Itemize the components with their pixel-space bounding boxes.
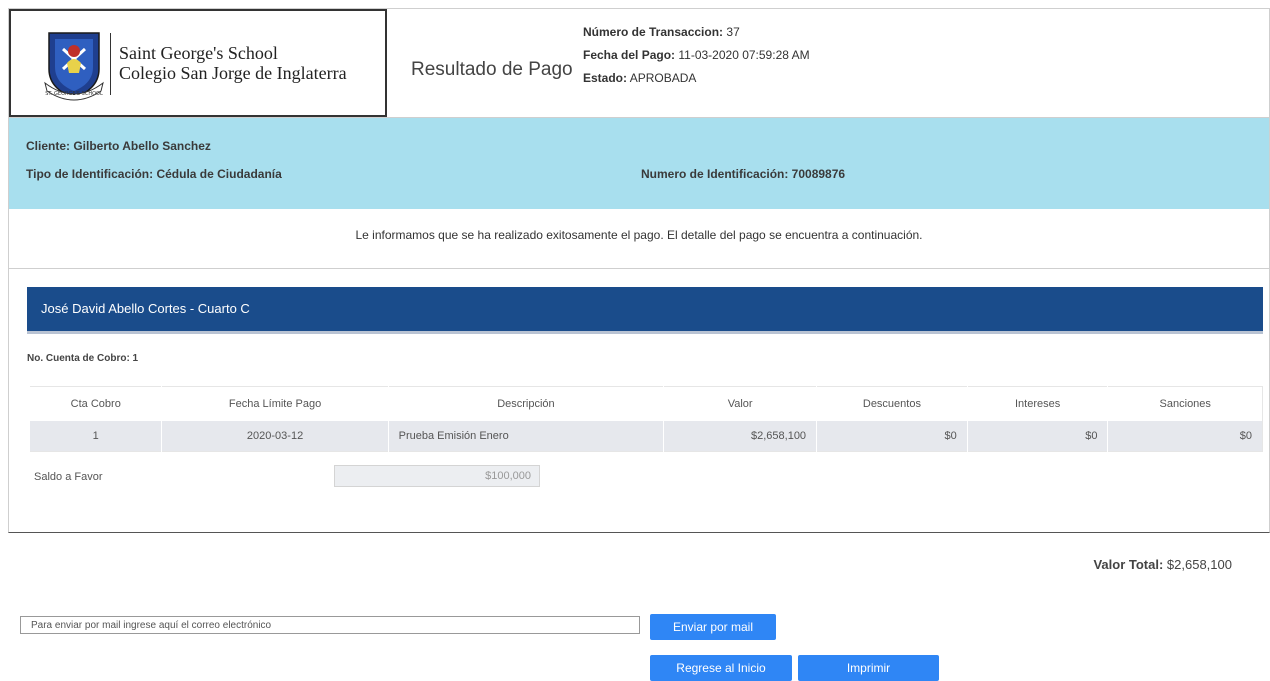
print-button[interactable]: Imprimir: [798, 655, 939, 681]
email-input[interactable]: [20, 616, 640, 634]
school-logo: ST. GEORGE'S SCHOOL Saint George's Schoo…: [9, 9, 387, 117]
school-crest-icon: ST. GEORGE'S SCHOOL: [44, 32, 104, 101]
transaction-number: Número de Transaccion: 37: [583, 25, 740, 39]
back-home-button[interactable]: Regrese al Inicio: [650, 655, 792, 681]
payment-status: Estado: APROBADA: [583, 71, 697, 85]
transaction-info: Número de Transaccion: 37 Fecha del Pago…: [583, 21, 810, 90]
col-intereses: Intereses: [966, 386, 1108, 421]
col-valor: Valor: [663, 386, 817, 421]
send-mail-button[interactable]: Enviar por mail: [650, 614, 776, 640]
col-descuentos: Descuentos: [816, 386, 968, 421]
cell-descuentos: $0: [816, 421, 968, 452]
total-value: Valor Total: $2,658,100: [1093, 557, 1232, 572]
page-title: Resultado de Pago: [411, 59, 573, 80]
client-info: Cliente: Gilberto Abello Sanchez Tipo de…: [8, 118, 1270, 209]
cell-cta-cobro: 1: [28, 421, 162, 452]
col-sanciones: Sanciones: [1107, 386, 1263, 421]
table-row: 1 2020-03-12 Prueba Emisión Enero $2,658…: [28, 421, 1263, 452]
payment-header: ST. GEORGE'S SCHOOL Saint George's Schoo…: [8, 8, 1270, 118]
client-name: Cliente: Gilberto Abello Sanchez: [26, 139, 211, 153]
cuenta-cobro-label: No. Cuenta de Cobro: 1: [27, 353, 139, 364]
table-header-row: Cta Cobro Fecha Límite Pago Descripción …: [28, 386, 1263, 421]
cell-sanciones: $0: [1107, 421, 1263, 452]
student-header: José David Abello Cortes - Cuarto C: [27, 287, 1263, 334]
logo-divider: [110, 33, 111, 95]
cell-valor: $2,658,100: [663, 421, 817, 452]
crest-ribbon-text: ST. GEORGE'S SCHOOL: [45, 91, 103, 97]
cell-fecha-limite: 2020-03-12: [161, 421, 389, 452]
saldo-favor-label: Saldo a Favor: [34, 471, 103, 483]
success-notice: Le informamos que se ha realizado exitos…: [8, 209, 1270, 269]
charges-table: Cta Cobro Fecha Límite Pago Descripción …: [28, 386, 1263, 452]
saldo-favor-field: $100,000: [334, 465, 540, 487]
cell-intereses: $0: [966, 421, 1108, 452]
client-id-type: Tipo de Identificación: Cédula de Ciudad…: [26, 167, 282, 181]
student-title: José David Abello Cortes - Cuarto C: [41, 301, 250, 316]
col-cta-cobro: Cta Cobro: [28, 386, 162, 421]
school-name-line2: Colegio San Jorge de Inglaterra: [119, 63, 347, 83]
school-name: Saint George's School Colegio San Jorge …: [119, 43, 347, 83]
cell-descripcion: Prueba Emisión Enero: [387, 421, 664, 452]
payment-detail: José David Abello Cortes - Cuarto C No. …: [8, 269, 1270, 533]
col-descripcion: Descripción: [387, 386, 664, 421]
payment-date: Fecha del Pago: 11-03-2020 07:59:28 AM: [583, 48, 810, 62]
school-name-line1: Saint George's School: [119, 43, 278, 63]
col-fecha-limite: Fecha Límite Pago: [161, 386, 389, 421]
client-id-number: Numero de Identificación: 70089876: [641, 167, 846, 181]
